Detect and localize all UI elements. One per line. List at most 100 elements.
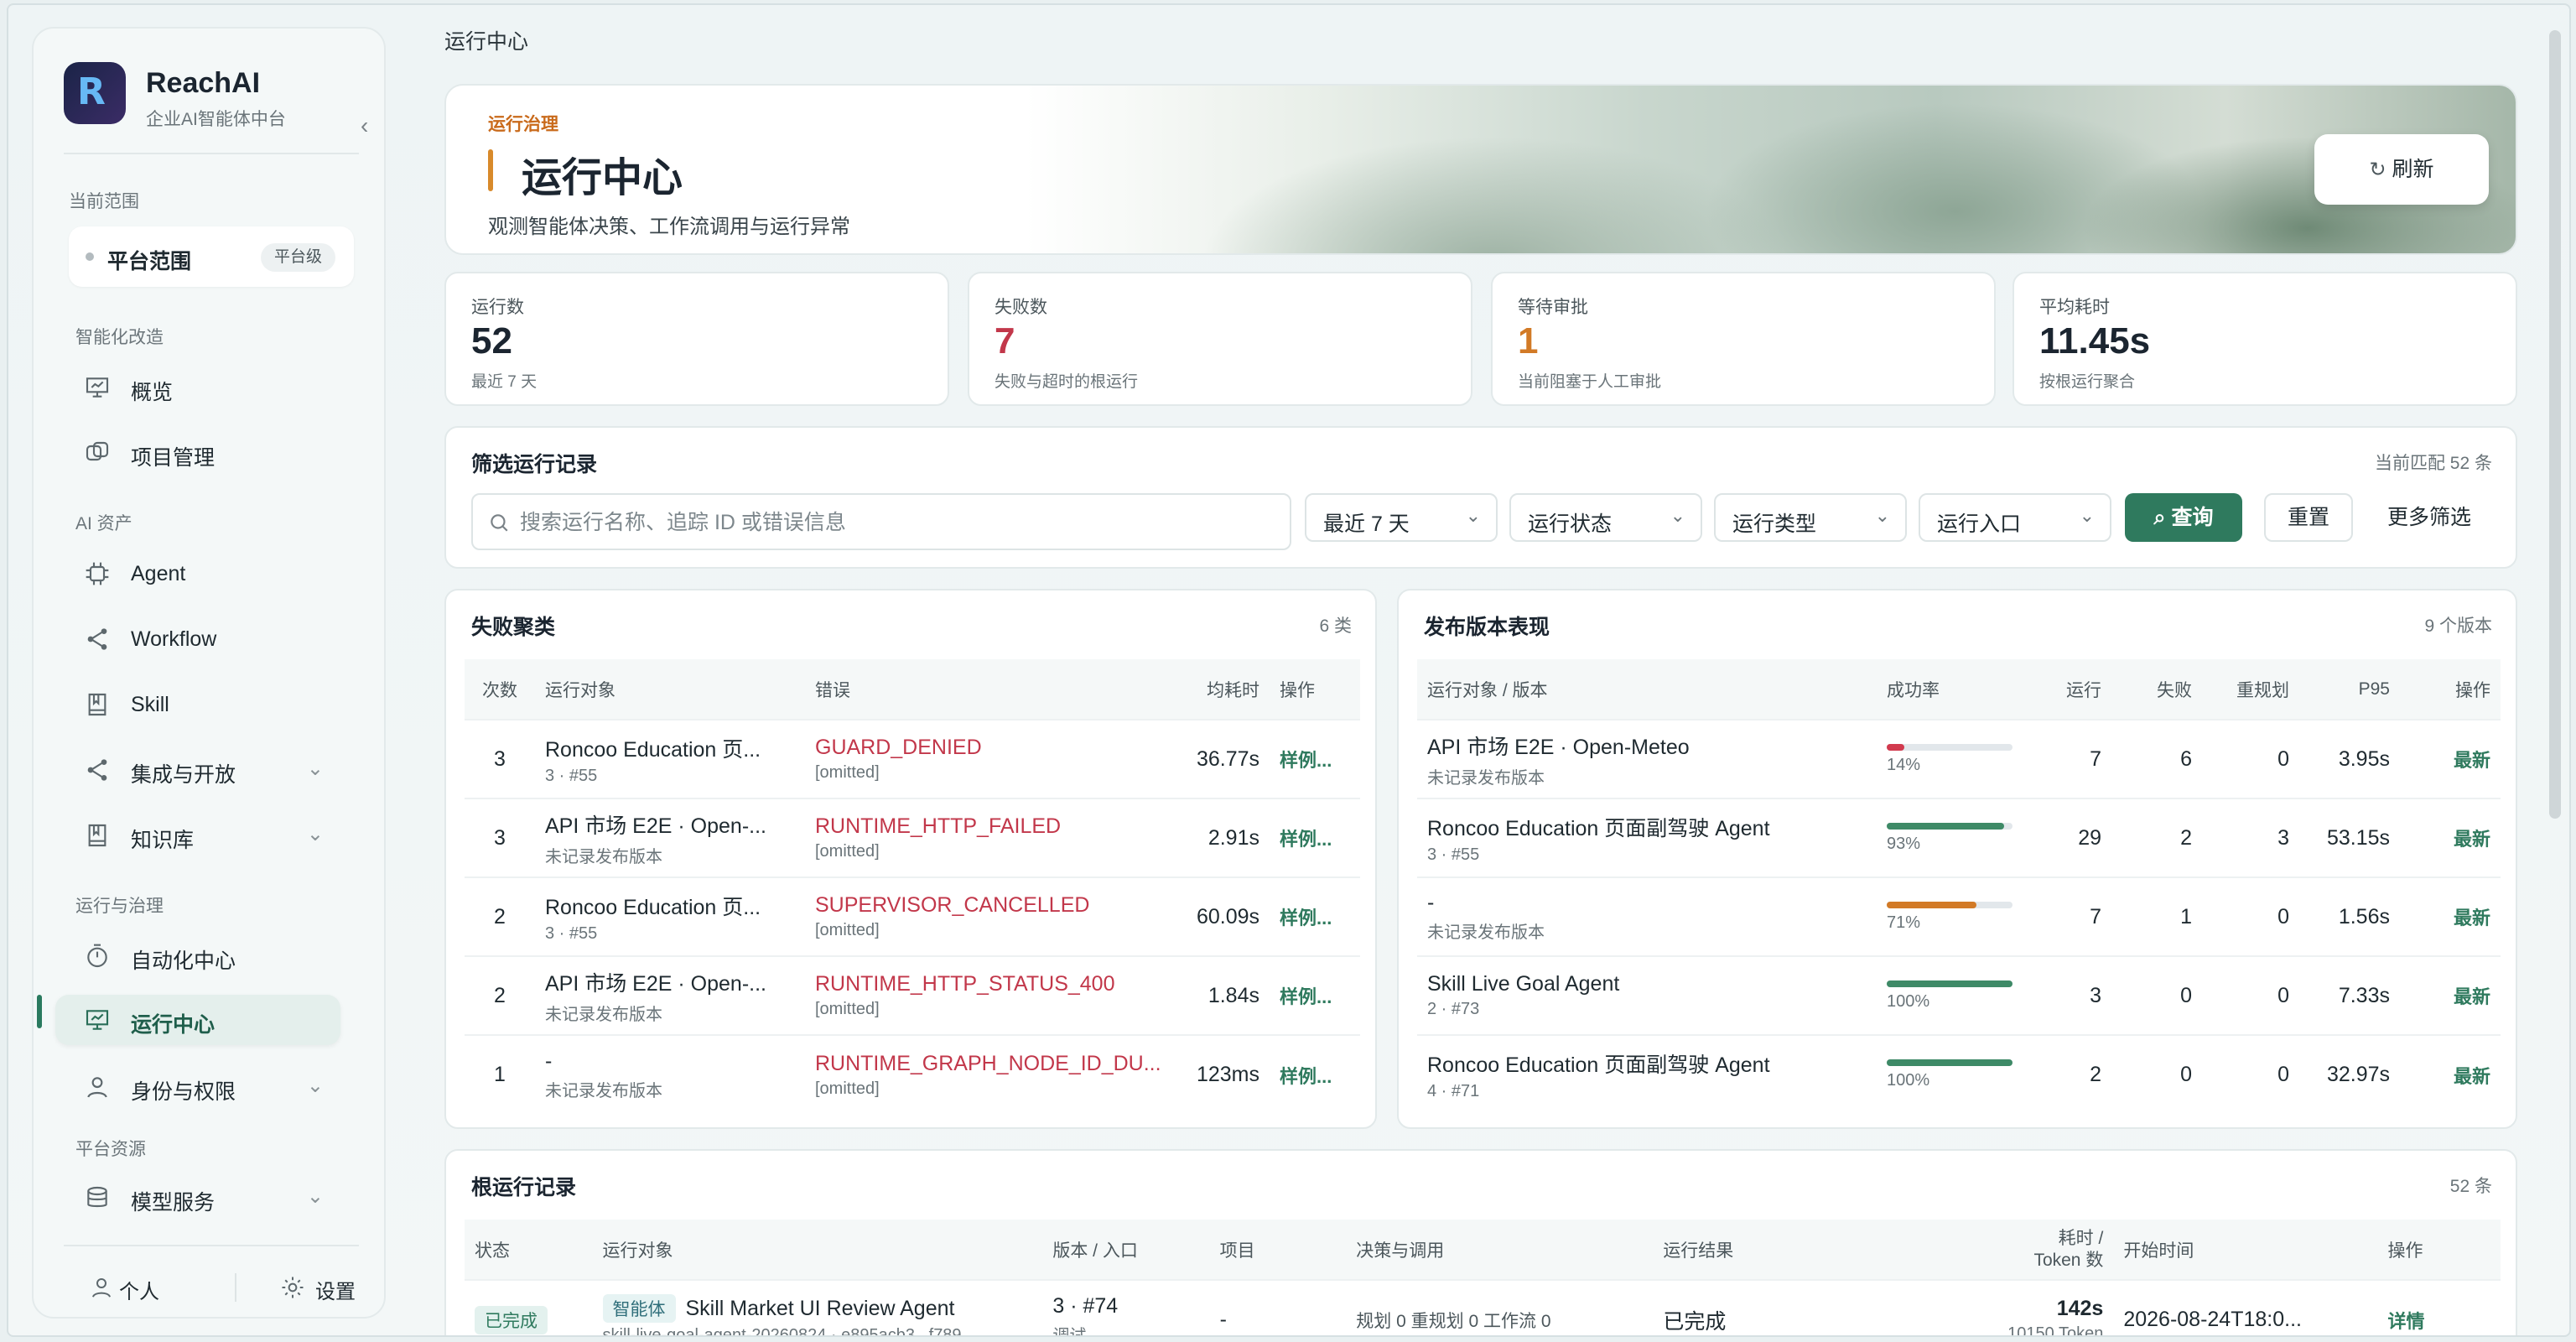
select-value: 运行状态 xyxy=(1528,512,1613,536)
logo: R xyxy=(64,62,126,124)
sidebar-item-automation[interactable]: 自动化中心 xyxy=(55,931,340,981)
sample-link[interactable]: 样例... xyxy=(1280,750,1332,771)
details-link[interactable]: 详情 xyxy=(2388,1311,2425,1332)
latest-link[interactable]: 最新 xyxy=(2454,829,2490,850)
sidebar-item-integration[interactable]: 集成与开放 ⌄ xyxy=(55,745,340,795)
failure-target: Roncoo Education 页... xyxy=(545,737,761,762)
refresh-button[interactable]: ↻ 刷新 xyxy=(2314,134,2489,205)
version-table: 运行对象 / 版本 成功率 运行 失败 重规划 P95 操作 API 市场 E2… xyxy=(1417,659,2501,1114)
page-header: 运行治理 运行中心 观测智能体决策、工作流调用与运行异常 ↻ 刷新 xyxy=(444,84,2517,255)
sidebar-item-knowledge[interactable]: 知识库 ⌄ xyxy=(55,810,340,861)
avg-duration: 1.84s xyxy=(1179,955,1270,1035)
scope-selector[interactable]: 平台范围 平台级 xyxy=(69,226,354,287)
column-header: 版本 / 入口 xyxy=(1042,1220,1210,1280)
table-row[interactable]: Skill Live Goal Agent 2 · #73 100% 3 0 0 … xyxy=(1417,955,2501,1035)
table-row[interactable]: API 市场 E2E · Open-Meteo 未记录发布版本 14% 7 6 0… xyxy=(1417,719,2501,798)
column-header: 运行对象 xyxy=(592,1220,1043,1280)
table-row[interactable]: 3 Roncoo Education 页... 3 · #55 GUARD_DEN… xyxy=(465,719,1360,798)
collapse-sidebar-icon[interactable]: ‹ xyxy=(361,112,368,139)
table-row[interactable]: Roncoo Education 页面副驾驶 Agent 3 · #55 93% … xyxy=(1417,798,2501,877)
search-input[interactable] xyxy=(520,507,1275,538)
column-header: 成功率 xyxy=(1877,659,2036,720)
p95-cell: 3.95s xyxy=(2299,719,2400,798)
table-row[interactable]: - 未记录发布版本 71% 7 1 0 1.56s 最新 xyxy=(1417,876,2501,956)
search-field[interactable] xyxy=(471,493,1291,550)
sample-link[interactable]: 样例... xyxy=(1280,1066,1332,1087)
status-select[interactable]: 运行状态 ⌄ xyxy=(1509,493,1702,542)
more-filters-button[interactable]: 更多筛选 xyxy=(2358,493,2501,542)
p95-cell: 1.56s xyxy=(2299,876,2400,956)
failure-count: 2 xyxy=(465,955,535,1035)
run-count-cell: 2 xyxy=(2036,1034,2111,1114)
type-tag: 智能体 xyxy=(602,1294,676,1323)
table-row[interactable]: Roncoo Education 页面副驾驶 Agent 4 · #71 100%… xyxy=(1417,1034,2501,1114)
sidebar-item-models[interactable]: 模型服务 ⌄ xyxy=(55,1173,340,1223)
run-target: Skill Market UI Review Agent xyxy=(685,1297,955,1320)
run-start-time: 2026-08-24T18:0... xyxy=(2113,1279,2378,1335)
latest-link[interactable]: 最新 xyxy=(2454,1066,2490,1087)
column-header: 运行对象 / 版本 xyxy=(1417,659,1877,720)
replan-count-cell: 0 xyxy=(2202,1034,2299,1114)
select-value: 运行入口 xyxy=(1937,512,2022,536)
personal-button[interactable]: 个人 xyxy=(119,1275,159,1304)
success-rate-fill xyxy=(1887,1059,2012,1066)
table-row[interactable]: 3 API 市场 E2E · Open-... 未记录发布版本 RUNTIME_H… xyxy=(465,798,1360,877)
latest-link[interactable]: 最新 xyxy=(2454,908,2490,928)
version-sub: 4 · #71 xyxy=(1427,1082,1480,1100)
table-row[interactable]: 2 Roncoo Education 页... 3 · #55 SUPERVISO… xyxy=(465,876,1360,956)
success-rate-fill xyxy=(1887,980,2012,987)
query-button[interactable]: ⌕ 查询 xyxy=(2125,493,2242,542)
sidebar-item-overview[interactable]: 概览 xyxy=(55,362,340,413)
column-header: 次数 xyxy=(465,659,535,720)
sidebar-item-label: 集成与开放 xyxy=(131,763,236,787)
column-header: P95 xyxy=(2299,659,2400,720)
chevron-down-icon: ⌄ xyxy=(306,1185,324,1208)
monitor-icon xyxy=(86,1010,109,1030)
latest-link[interactable]: 最新 xyxy=(2454,750,2490,771)
entry-select[interactable]: 运行入口 ⌄ xyxy=(1919,493,2111,542)
success-rate-label: 100% xyxy=(1887,1071,1930,1090)
version-sub: 3 · #55 xyxy=(1427,845,1480,864)
success-rate-bar xyxy=(1887,743,2012,751)
sample-link[interactable]: 样例... xyxy=(1280,908,1332,928)
run-count-cell: 29 xyxy=(2036,798,2111,877)
time-range-select[interactable]: 最近 7 天 ⌄ xyxy=(1305,493,1498,542)
table-row[interactable]: 已完成 智能体 Skill Market UI Review Agent skill… xyxy=(465,1279,2501,1337)
table-row[interactable]: 1 - 未记录发布版本 RUNTIME_GRAPH_NODE_ID_DU... [o… xyxy=(465,1034,1360,1114)
share-icon xyxy=(87,759,107,781)
error-detail: [omitted] xyxy=(815,921,880,939)
sidebar-item-label: 模型服务 xyxy=(131,1191,216,1215)
page-description: 观测智能体决策、工作流调用与运行异常 xyxy=(488,216,850,238)
success-rate-fill xyxy=(1887,901,1976,908)
scrollbar[interactable] xyxy=(2549,30,2561,819)
sample-link[interactable]: 样例... xyxy=(1280,829,1332,850)
sidebar-item-workflow[interactable]: Workflow xyxy=(55,614,340,664)
title-accent xyxy=(488,149,493,191)
latest-link[interactable]: 最新 xyxy=(2454,986,2490,1007)
settings-button[interactable]: 设置 xyxy=(315,1275,356,1304)
sidebar-item-agent[interactable]: Agent xyxy=(55,549,340,599)
sidebar-item-run-center[interactable]: 运行中心 xyxy=(55,995,340,1045)
sidebar-item-identity[interactable]: 身份与权限 ⌄ xyxy=(55,1062,340,1112)
error-detail: [omitted] xyxy=(815,1000,880,1018)
stat-label: 平均耗时 xyxy=(2039,298,2110,317)
stat-sub: 当前阻塞于人工审批 xyxy=(1518,373,1662,391)
timer-icon xyxy=(87,944,107,968)
reset-button[interactable]: 重置 xyxy=(2264,493,2353,542)
divider xyxy=(235,1273,236,1302)
app-name: ReachAI xyxy=(146,67,261,99)
sample-link[interactable]: 样例... xyxy=(1280,986,1332,1007)
run-entry: 调试 xyxy=(1052,1326,1087,1337)
section-label: 平台资源 xyxy=(75,1140,146,1159)
type-select[interactable]: 运行类型 ⌄ xyxy=(1714,493,1907,542)
replan-count-cell: 0 xyxy=(2202,719,2299,798)
sidebar-item-skill[interactable]: Skill xyxy=(55,679,340,730)
failure-target-sub: 未记录发布版本 xyxy=(545,1081,662,1100)
table-row[interactable]: 2 API 市场 E2E · Open-... 未记录发布版本 RUNTIME_H… xyxy=(465,955,1360,1035)
stat-sub: 失败与超时的根运行 xyxy=(995,373,1139,391)
avg-duration: 36.77s xyxy=(1179,719,1270,798)
sidebar-item-projects[interactable]: 项目管理 xyxy=(55,428,340,478)
success-rate-label: 71% xyxy=(1887,913,1921,932)
run-duration: 142s xyxy=(2056,1296,2104,1320)
gear-icon xyxy=(282,1277,304,1298)
